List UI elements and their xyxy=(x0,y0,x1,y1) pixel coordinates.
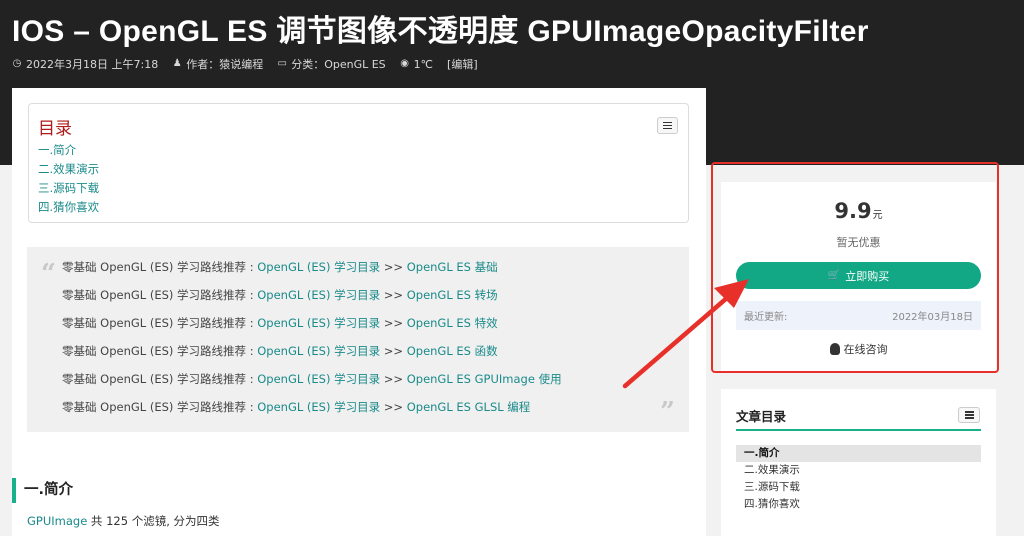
topic-link[interactable]: OpenGL ES GPUImage 使用 xyxy=(407,372,562,386)
learning-path-quote: “ 零基础 OpenGL (ES) 学习路线推荐 : OpenGL (ES) 学… xyxy=(27,247,689,432)
list-icon xyxy=(663,124,672,127)
folder-icon: ▭ xyxy=(277,58,287,69)
sidebar-toc-divider xyxy=(736,429,981,431)
quote-close-icon: ” xyxy=(660,397,675,427)
catalog-link[interactable]: OpenGL (ES) 学习目录 xyxy=(257,288,380,302)
meta-edit-link[interactable]: [编辑] xyxy=(447,56,478,72)
quote-line: 零基础 OpenGL (ES) 学习路线推荐 : OpenGL (ES) 学习目… xyxy=(62,314,562,342)
topic-link[interactable]: OpenGL ES 特效 xyxy=(407,316,498,330)
catalog-link[interactable]: OpenGL (ES) 学习目录 xyxy=(257,316,380,330)
clock-icon: ◷ xyxy=(12,58,22,69)
quote-sep: >> xyxy=(380,344,407,358)
toc-item[interactable]: 三.源码下载 xyxy=(38,179,99,198)
topic-link[interactable]: OpenGL ES 转场 xyxy=(407,288,498,302)
quote-prefix: 零基础 OpenGL (ES) 学习路线推荐 : xyxy=(62,372,258,386)
quote-line: 零基础 OpenGL (ES) 学习路线推荐 : OpenGL (ES) 学习目… xyxy=(62,258,562,286)
article-body: 目录 一.简介 二.效果演示 三.源码下载 四.猜你喜欢 “ 零基础 OpenG… xyxy=(12,88,706,536)
quote-sep: >> xyxy=(380,288,407,302)
topic-link[interactable]: OpenGL ES 基础 xyxy=(407,260,498,274)
sidebar-toc-item[interactable]: 一.简介 xyxy=(736,445,981,462)
post-title: IOS – OpenGL ES 调节图像不透明度 GPUImageOpacity… xyxy=(12,15,869,48)
quote-line: 零基础 OpenGL (ES) 学习路线推荐 : OpenGL (ES) 学习目… xyxy=(62,398,562,426)
topic-link[interactable]: OpenGL ES 函数 xyxy=(407,344,498,358)
sidebar-toc: 文章目录 一.简介 二.效果演示 三.源码下载 四.猜你喜欢 xyxy=(721,389,996,536)
eye-icon: ◉ xyxy=(400,58,410,69)
sidebar-toc-item[interactable]: 四.猜你喜欢 xyxy=(736,496,981,513)
toc-title: 目录 xyxy=(38,119,72,139)
toc-item[interactable]: 一.简介 xyxy=(38,141,99,160)
sidebar-toc-item[interactable]: 三.源码下载 xyxy=(736,479,981,496)
quote-prefix: 零基础 OpenGL (ES) 学习路线推荐 : xyxy=(62,400,258,414)
quote-sep: >> xyxy=(380,400,407,414)
sidebar-toc-title: 文章目录 xyxy=(736,409,787,424)
meta-views: ◉ 1℃ xyxy=(400,56,433,72)
sidebar-toc-item[interactable]: 二.效果演示 xyxy=(736,462,981,479)
quote-sep: >> xyxy=(380,316,407,330)
intro-paragraph: GPUImage 共 125 个滤镜, 分为四类 xyxy=(27,513,220,529)
intro-text: 共 125 个滤镜, 分为四类 xyxy=(87,514,220,528)
sidebar-toc-list: 一.简介 二.效果演示 三.源码下载 四.猜你喜欢 xyxy=(736,445,981,513)
quote-open-icon: “ xyxy=(41,259,56,289)
post-meta: ◷ 2022年3月18日 上午7:18 ♟ 作者：猿说编程 ▭ 分类：OpenG… xyxy=(12,56,478,72)
sidebar-toc-toggle-button[interactable] xyxy=(958,407,980,423)
quote-line: 零基础 OpenGL (ES) 学习路线推荐 : OpenGL (ES) 学习目… xyxy=(62,342,562,370)
quote-sep: >> xyxy=(380,260,407,274)
catalog-link[interactable]: OpenGL (ES) 学习目录 xyxy=(257,400,380,414)
quote-line: 零基础 OpenGL (ES) 学习路线推荐 : OpenGL (ES) 学习目… xyxy=(62,286,562,314)
catalog-link[interactable]: OpenGL (ES) 学习目录 xyxy=(257,372,380,386)
gpuimage-link[interactable]: GPUImage xyxy=(27,514,87,528)
user-icon: ♟ xyxy=(172,58,182,69)
topic-link[interactable]: OpenGL ES GLSL 编程 xyxy=(407,400,531,414)
meta-author-text[interactable]: 作者：猿说编程 xyxy=(186,56,263,72)
list-icon xyxy=(964,414,974,416)
quote-prefix: 零基础 OpenGL (ES) 学习路线推荐 : xyxy=(62,288,258,302)
meta-date-text: 2022年3月18日 上午7:18 xyxy=(26,58,159,71)
meta-category-text[interactable]: 分类：OpenGL ES xyxy=(291,56,385,72)
meta-author[interactable]: ♟ 作者：猿说编程 xyxy=(172,56,263,72)
quote-sep: >> xyxy=(380,372,407,386)
quote-prefix: 零基础 OpenGL (ES) 学习路线推荐 : xyxy=(62,260,258,274)
toc-toggle-button[interactable] xyxy=(657,117,678,134)
toc-item[interactable]: 二.效果演示 xyxy=(38,160,99,179)
highlight-annotation xyxy=(711,162,999,373)
section-heading: 一.简介 xyxy=(12,478,73,503)
quote-lines: 零基础 OpenGL (ES) 学习路线推荐 : OpenGL (ES) 学习目… xyxy=(62,258,562,426)
catalog-link[interactable]: OpenGL (ES) 学习目录 xyxy=(257,260,380,274)
meta-views-text: 1℃ xyxy=(413,57,434,71)
meta-category[interactable]: ▭ 分类：OpenGL ES xyxy=(277,56,385,72)
toc-item[interactable]: 四.猜你喜欢 xyxy=(38,198,99,217)
quote-prefix: 零基础 OpenGL (ES) 学习路线推荐 : xyxy=(62,344,258,358)
toc-box: 目录 一.简介 二.效果演示 三.源码下载 四.猜你喜欢 xyxy=(28,103,689,223)
toc-list: 一.简介 二.效果演示 三.源码下载 四.猜你喜欢 xyxy=(38,141,99,217)
quote-prefix: 零基础 OpenGL (ES) 学习路线推荐 : xyxy=(62,316,258,330)
meta-date: ◷ 2022年3月18日 上午7:18 xyxy=(12,56,159,72)
catalog-link[interactable]: OpenGL (ES) 学习目录 xyxy=(257,344,380,358)
quote-line: 零基础 OpenGL (ES) 学习路线推荐 : OpenGL (ES) 学习目… xyxy=(62,370,562,398)
